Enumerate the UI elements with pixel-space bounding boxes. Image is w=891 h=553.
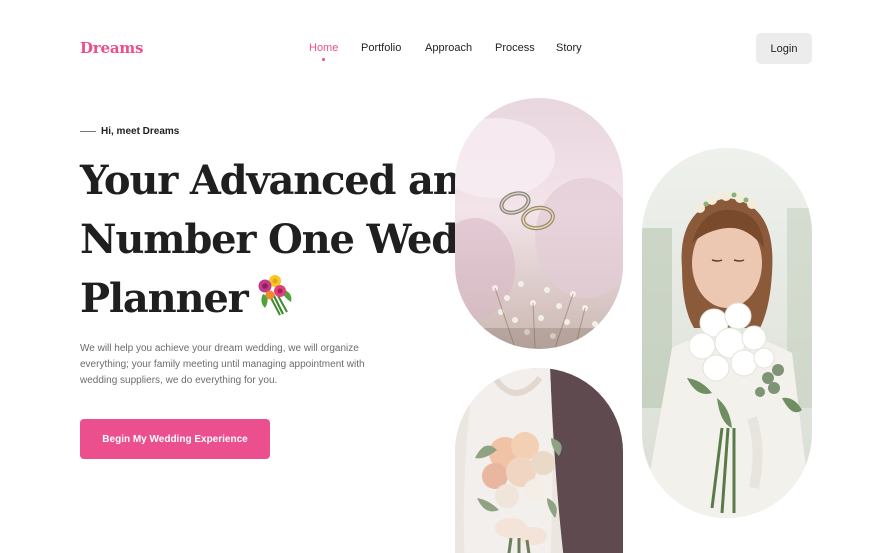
brand-logo[interactable]: Dreams [80,39,143,57]
nav-item-label: Portfolio [361,42,402,54]
nav-item-label: Home [309,42,339,54]
nav-item-story[interactable]: Story [556,42,582,54]
bouquet-emoji-icon [251,272,297,332]
eyebrow-text: Hi, meet Dreams [101,126,180,137]
active-indicator-dot [322,58,326,61]
nav-item-label: Approach [425,42,473,54]
hero-description: We will help you achieve your dream wedd… [80,343,365,386]
begin-experience-button[interactable]: Begin My Wedding Experience [80,419,270,459]
hero-eyebrow: Hi, meet Dreams [80,126,179,137]
nav-item-home[interactable]: Home [309,42,339,61]
headline-line-3-text: Planner [80,275,249,322]
couple-holding-bouquet-photo [455,368,623,553]
login-button[interactable]: Login [756,33,812,64]
nav-item-label: Story [556,42,582,54]
nav-item-portfolio[interactable]: Portfolio [361,42,401,54]
nav-item-label: Process [495,42,535,54]
wedding-rings-photo [455,98,623,349]
nav-item-process[interactable]: Process [495,42,535,54]
bride-with-bouquet-photo [642,148,812,518]
eyebrow-divider [80,131,96,132]
nav-item-approach[interactable]: Approach [425,42,472,54]
top-navigation: Dreams Home Portfolio Approach Process S… [0,0,891,96]
